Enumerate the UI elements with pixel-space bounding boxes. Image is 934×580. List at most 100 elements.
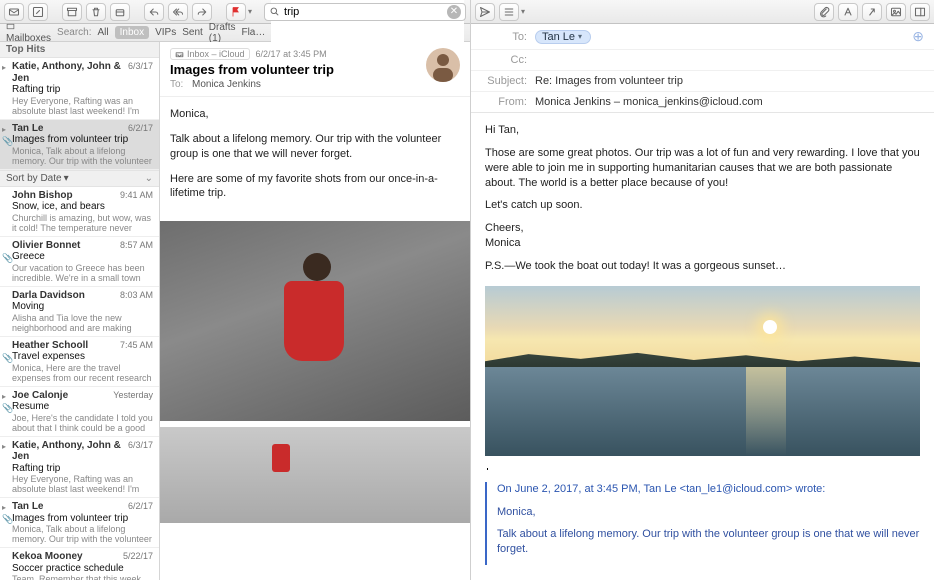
reply-button[interactable]	[144, 3, 164, 21]
message-preview: Monica, Here are the travel expenses fro…	[12, 363, 153, 383]
message-date: Yesterday	[113, 390, 153, 402]
scope-flagged[interactable]: Fla…	[241, 27, 265, 38]
message-date: 8:57 AM	[120, 240, 153, 252]
message-subject: Travel expenses	[12, 351, 153, 363]
preview-para: Talk about a lifelong memory. Our trip w…	[170, 132, 460, 162]
show-sidebar-button[interactable]	[910, 3, 930, 21]
attachment-icon: 📎	[2, 253, 13, 263]
forward-button[interactable]	[192, 3, 212, 21]
message-subject: Soccer practice schedule	[12, 563, 153, 575]
message-date: 6/3/17	[128, 440, 153, 463]
message-subject: Images from volunteer trip	[12, 134, 153, 146]
clear-search-button[interactable]: ✕	[447, 5, 461, 19]
message-from: Tan Le	[12, 501, 43, 513]
recipient-token[interactable]: Tan Le▾	[535, 30, 591, 44]
folder-pill[interactable]: Inbox – iCloud	[170, 48, 250, 60]
message-row[interactable]: 📎 Heather Schooll7:45 AM Travel expenses…	[0, 337, 159, 387]
preview-para: Here are some of my favorite shots from …	[170, 172, 460, 202]
message-preview: Hey Everyone, Rafting was an absolute bl…	[12, 474, 153, 494]
search-input[interactable]	[284, 6, 443, 18]
chevron-down-icon[interactable]: ▾	[521, 7, 525, 16]
message-from: Tan Le	[12, 123, 43, 135]
mailboxes-button[interactable]: Mailboxes	[6, 22, 51, 44]
search-field[interactable]: ✕	[264, 3, 466, 21]
sort-bar[interactable]: Sort by Date▾ ⌄	[0, 170, 159, 187]
message-preview-pane: Inbox – iCloud 6/2/17 at 3:45 PM Images …	[160, 42, 470, 580]
attachment-icon: 📎	[2, 353, 13, 363]
sort-direction-icon[interactable]: ⌄	[145, 173, 153, 184]
from-select[interactable]: Monica Jenkins – monica_jenkins@icloud.c…	[535, 96, 924, 108]
message-subject: Resume	[12, 401, 153, 413]
quote-line: Talk about a lifelong memory. Our trip w…	[497, 527, 920, 557]
send-button[interactable]	[475, 3, 495, 21]
message-from: Olivier Bonnet	[12, 240, 80, 252]
compose-window: ▾ To: Tan Le▾ ⊕ Cc: Subject: Re: Ima	[471, 0, 934, 580]
photo-browser-button[interactable]	[886, 3, 906, 21]
cc-label: Cc:	[481, 54, 535, 66]
compose-button[interactable]	[28, 3, 48, 21]
scope-inbox[interactable]: Inbox	[115, 26, 149, 39]
attach-button[interactable]	[814, 3, 834, 21]
attachment-icon: 📎	[2, 514, 13, 524]
scope-all[interactable]: All	[98, 27, 109, 38]
thread-toggle-icon[interactable]: ▸	[2, 125, 6, 134]
get-mail-button[interactable]	[4, 3, 24, 21]
message-row[interactable]: ▸ Katie, Anthony, John & Jen6/3/17 Rafti…	[0, 437, 159, 499]
thread-toggle-icon[interactable]: ▸	[2, 392, 6, 401]
sender-avatar[interactable]	[426, 48, 460, 82]
to-field[interactable]: Tan Le▾	[535, 30, 912, 44]
message-preview: Monica, Talk about a lifelong memory. Ou…	[12, 146, 153, 166]
header-fields-button[interactable]	[499, 3, 519, 21]
preview-header: Inbox – iCloud 6/2/17 at 3:45 PM Images …	[160, 42, 470, 97]
scope-sent[interactable]: Sent	[182, 27, 203, 38]
delete-button[interactable]	[86, 3, 106, 21]
message-from: Kekoa Mooney	[12, 551, 83, 563]
message-row[interactable]: 📎 Olivier Bonnet8:57 AM Greece Our vacat…	[0, 237, 159, 287]
message-row[interactable]: ▸ 📎 Tan Le6/2/17 Images from volunteer t…	[0, 498, 159, 548]
message-list[interactable]: Top Hits ▸ Katie, Anthony, John & Jen6/3…	[0, 42, 160, 580]
scope-vips[interactable]: VIPs	[155, 27, 176, 38]
junk-button[interactable]	[110, 3, 130, 21]
preview-to-label: To:	[170, 79, 192, 90]
message-row[interactable]: Darla Davidson8:03 AM Moving Alisha and …	[0, 287, 159, 337]
message-date: 6/2/17	[128, 123, 153, 135]
message-preview: Churchill is amazing, but wow, was it co…	[12, 213, 153, 233]
message-row[interactable]: ▸ 📎 Joe CalonjeYesterday Resume Joe, Her…	[0, 387, 159, 437]
message-preview: Alisha and Tia love the new neighborhood…	[12, 313, 153, 333]
message-subject: Moving	[12, 301, 153, 313]
message-row[interactable]: Kekoa Mooney5/22/17 Soccer practice sche…	[0, 548, 159, 580]
archive-button[interactable]	[62, 3, 82, 21]
subject-label: Subject:	[481, 75, 535, 87]
message-row[interactable]: John Bishop9:41 AM Snow, ice, and bears …	[0, 187, 159, 237]
preview-to: Monica Jenkins	[192, 79, 261, 90]
message-from: Katie, Anthony, John & Jen	[12, 61, 128, 84]
message-subject: Rafting trip	[12, 463, 153, 475]
message-preview: Hey Everyone, Rafting was an absolute bl…	[12, 96, 153, 116]
message-date: 8:03 AM	[120, 290, 153, 302]
attachment-icon: 📎	[2, 403, 13, 413]
reply-all-button[interactable]	[168, 3, 188, 21]
subject-field[interactable]: Re: Images from volunteer trip	[535, 75, 924, 87]
search-scope-label: Search:	[57, 27, 91, 38]
message-row[interactable]: ▸ Katie, Anthony, John & Jen6/3/17 Rafti…	[0, 58, 159, 120]
preview-timestamp: 6/2/17 at 3:45 PM	[256, 49, 327, 59]
inline-image[interactable]	[485, 286, 920, 456]
attachment-image[interactable]	[160, 221, 470, 421]
thread-toggle-icon[interactable]: ▸	[2, 503, 6, 512]
message-date: 9:41 AM	[120, 190, 153, 202]
attachment-image[interactable]	[160, 427, 470, 523]
format-button[interactable]	[838, 3, 858, 21]
thread-toggle-icon[interactable]: ▸	[2, 442, 6, 451]
compose-body[interactable]: Hi Tan, Those are some great photos. Our…	[471, 113, 934, 580]
chevron-down-icon[interactable]: ▾	[578, 32, 582, 41]
favorites-bar: Mailboxes Search: All Inbox VIPs Sent Dr…	[0, 24, 470, 42]
flag-button[interactable]	[226, 3, 246, 21]
flag-menu-chevron-icon[interactable]: ▾	[248, 7, 252, 16]
scope-drafts[interactable]: Drafts (1)	[209, 22, 236, 44]
message-date: 6/2/17	[128, 501, 153, 513]
body-line: Let's catch up soon.	[485, 198, 920, 213]
emoji-button[interactable]	[862, 3, 882, 21]
thread-toggle-icon[interactable]: ▸	[2, 63, 6, 72]
message-row[interactable]: ▸ 📎 Tan Le6/2/17 Images from volunteer t…	[0, 120, 159, 170]
add-contact-button[interactable]: ⊕	[912, 28, 924, 45]
